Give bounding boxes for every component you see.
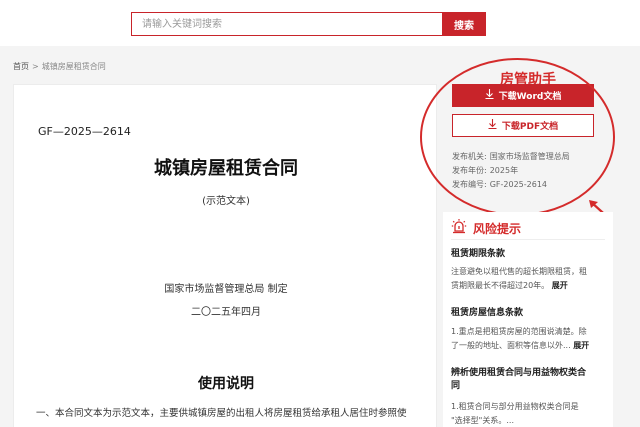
breadcrumb-home-link[interactable]: 首页: [13, 61, 29, 72]
document-preview: GF—2025—2614 城镇房屋租赁合同 (示范文本) 国家市场监督管理总局 …: [13, 84, 437, 427]
document-issuer: 国家市场监督管理总局 制定: [164, 284, 288, 295]
document-code: GF—2025—2614: [38, 125, 131, 138]
top-bar: 搜索: [0, 0, 640, 46]
download-pdf-label: 下载PDF文档: [501, 122, 559, 132]
download-icon: [485, 89, 494, 102]
risk-title-line: 辨析使用租赁合同与用益物权类合: [451, 368, 587, 378]
download-word-button[interactable]: 下载Word文档: [452, 84, 594, 107]
expand-link[interactable]: 展开: [573, 341, 589, 350]
risk-item-title[interactable]: 租赁房屋信息条款: [451, 307, 601, 320]
meta-label: 发布编号:: [452, 180, 487, 189]
risk-heading: 风险提示: [473, 221, 522, 236]
risk-title-line: 同: [451, 381, 461, 391]
meta-value: 2025年: [489, 166, 519, 175]
risk-item-body: 1.租赁合同与部分用益物权类合同是 "选择型"关系。...: [451, 400, 605, 427]
download-icon: [488, 119, 497, 132]
search-button[interactable]: 搜索: [442, 12, 486, 36]
expand-link[interactable]: 展开: [552, 281, 568, 290]
risk-item-body: 1.重点是把租赁房屋的范围说清楚。除 了一般的地址、面积等信息以外... 展开: [451, 325, 605, 353]
risk-header: 风险提示: [451, 218, 521, 238]
download-word-label: 下载Word文档: [498, 92, 562, 102]
risk-body-line: 了一般的地址、面积等信息以外...: [451, 341, 571, 350]
meta-row-number: 发布编号: GF-2025-2614: [452, 178, 570, 192]
search-bar: 搜索: [131, 12, 486, 36]
meta-value: 国家市场监督管理总局: [489, 152, 570, 161]
risk-body-line: 1.租赁合同与部分用益物权类合同是: [451, 402, 579, 411]
breadcrumb-current: 城镇房屋租赁合同: [41, 62, 106, 71]
risk-item-title[interactable]: 租赁期限条款: [451, 248, 601, 261]
document-subtitle: (示范文本): [202, 196, 250, 207]
divider: [451, 239, 605, 240]
helper-panel: 房管助手 下载Word文档 下载PDF文档 发布机关: 国家市场监督管理总局 发…: [443, 72, 613, 204]
risk-body-line: 注意避免以租代售的超长期限租赁，租: [451, 267, 587, 276]
download-pdf-button[interactable]: 下载PDF文档: [452, 114, 594, 137]
document-section-title: 使用说明: [198, 376, 254, 392]
document-meta: 发布机关: 国家市场监督管理总局 发布年份: 2025年 发布编号: GF-20…: [452, 150, 570, 192]
risk-body-line: "选择型"关系。...: [451, 416, 514, 425]
search-input[interactable]: [131, 12, 442, 36]
document-date: 二〇二五年四月: [191, 307, 261, 318]
meta-label: 发布机关:: [452, 152, 487, 161]
meta-row-issuer: 发布机关: 国家市场监督管理总局: [452, 150, 570, 164]
risk-item-title[interactable]: 辨析使用租赁合同与用益物权类合 同: [451, 367, 601, 393]
risk-item-body: 注意避免以租代售的超长期限租赁，租 赁期限最长不得超过20年。 展开: [451, 265, 605, 293]
breadcrumb-separator: >: [32, 62, 39, 71]
document-title: 城镇房屋租赁合同: [154, 158, 298, 179]
meta-label: 发布年份:: [452, 166, 487, 175]
breadcrumb: 首页 > 城镇房屋租赁合同: [13, 61, 106, 72]
risk-panel: 风险提示 租赁期限条款 注意避免以租代售的超长期限租赁，租 赁期限最长不得超过2…: [443, 212, 613, 427]
alarm-icon: [451, 218, 467, 238]
document-paragraph: 一、本合同文本为示范文本，主要供城镇房屋的出租人将房屋租赁给承租人居住时参照使: [36, 408, 407, 419]
meta-value: GF-2025-2614: [489, 180, 547, 189]
risk-body-line: 1.重点是把租赁房屋的范围说清楚。除: [451, 327, 587, 336]
meta-row-year: 发布年份: 2025年: [452, 164, 570, 178]
risk-body-line: 赁期限最长不得超过20年。: [451, 281, 550, 290]
